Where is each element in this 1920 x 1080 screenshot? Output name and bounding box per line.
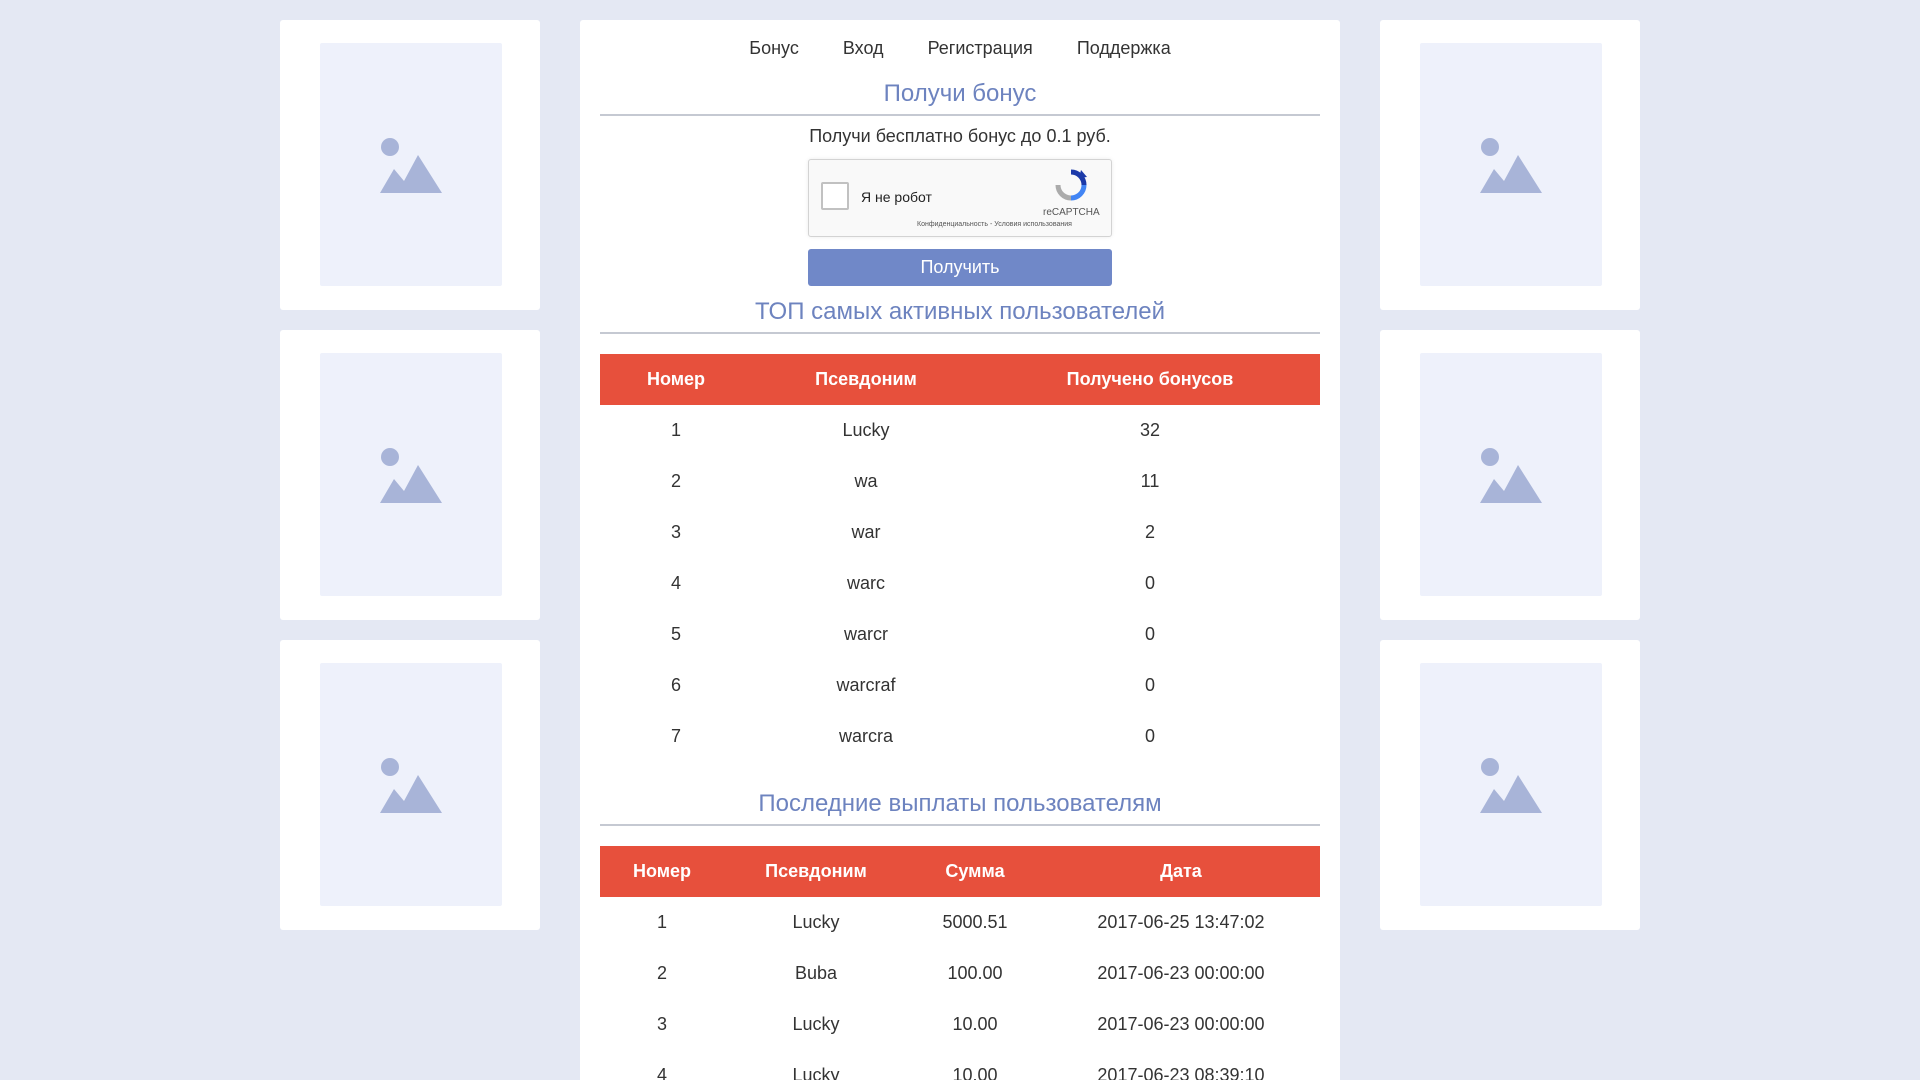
get-bonus-button[interactable]: Получить bbox=[808, 249, 1112, 286]
top-users-table: Номер Псевдоним Получено бонусов 1 Lucky… bbox=[600, 354, 1320, 762]
column-header: Получено бонусов bbox=[1066, 369, 1234, 389]
column-header: Номер bbox=[646, 369, 706, 389]
table-cell: 0 bbox=[1144, 675, 1155, 695]
top-users-title: ТОП самых активных пользователей bbox=[600, 298, 1320, 334]
ad-placeholder bbox=[320, 663, 502, 906]
ad-banner[interactable] bbox=[280, 640, 540, 930]
table-cell: 100.00 bbox=[947, 963, 1003, 983]
payouts-table: Номер Псевдоним Сумма Дата 1 Lucky 5000.… bbox=[600, 846, 1320, 1080]
table-cell: 10.00 bbox=[952, 1065, 998, 1080]
right-banner-column bbox=[1380, 20, 1640, 950]
column-header: Номер bbox=[632, 861, 692, 881]
ad-banner[interactable] bbox=[280, 330, 540, 620]
table-cell: war bbox=[851, 522, 881, 542]
table-cell: 3 bbox=[670, 522, 681, 542]
image-placeholder-icon bbox=[380, 757, 442, 813]
table-cell: 0 bbox=[1144, 726, 1155, 746]
nav-item-bonus[interactable]: Бонус bbox=[749, 38, 799, 72]
table-cell: warc bbox=[846, 573, 885, 593]
table-cell: wa bbox=[854, 471, 878, 491]
table-cell: 5 bbox=[670, 624, 681, 644]
ad-banner[interactable] bbox=[1380, 330, 1640, 620]
image-placeholder-icon bbox=[1480, 757, 1542, 813]
top-nav: Бонус Вход Регистрация Поддержка bbox=[580, 20, 1340, 72]
table-row: 1 Lucky 5000.51 2017-06-25 13:47:02 bbox=[600, 897, 1320, 948]
table-cell: 6 bbox=[670, 675, 681, 695]
nav-item-support[interactable]: Поддержка bbox=[1077, 38, 1171, 72]
table-cell: 7 bbox=[670, 726, 681, 746]
ad-placeholder bbox=[1420, 353, 1602, 596]
nav-item-login[interactable]: Вход bbox=[843, 38, 884, 72]
ad-placeholder bbox=[320, 43, 502, 286]
table-cell: Lucky bbox=[792, 1014, 840, 1034]
table-cell: 2017-06-23 00:00:00 bbox=[1097, 963, 1265, 983]
image-placeholder-icon bbox=[380, 447, 442, 503]
table-cell: warcra bbox=[838, 726, 893, 746]
table-cell: 4 bbox=[656, 1065, 667, 1080]
recaptcha-label: Я не робот bbox=[861, 189, 932, 205]
table-cell: Buba bbox=[794, 963, 838, 983]
image-placeholder-icon bbox=[1480, 137, 1542, 193]
payouts-title: Последние выплаты пользователям bbox=[600, 790, 1320, 826]
page: Бонус Вход Регистрация Поддержка Получи … bbox=[0, 0, 1920, 1080]
table-cell: Lucky bbox=[842, 420, 890, 440]
recaptcha-brand: reCAPTCHA bbox=[1043, 207, 1100, 218]
ad-placeholder bbox=[1420, 663, 1602, 906]
table-cell: 0 bbox=[1144, 624, 1155, 644]
table-cell: warcraf bbox=[836, 675, 896, 695]
table-cell: 2017-06-23 00:00:00 bbox=[1097, 1014, 1265, 1034]
recaptcha-links[interactable]: Конфиденциальность - Условия использован… bbox=[917, 221, 1072, 228]
table-cell: 0 bbox=[1144, 573, 1155, 593]
table-cell: 3 bbox=[656, 1014, 667, 1034]
table-row: 3 Lucky 10.00 2017-06-23 00:00:00 bbox=[600, 999, 1320, 1050]
table-row: 7 warcra 0 bbox=[600, 711, 1320, 762]
column-header: Сумма bbox=[945, 861, 1005, 881]
table-cell: 2 bbox=[670, 471, 681, 491]
table-header-row: Номер Псевдоним Сумма Дата bbox=[600, 846, 1320, 897]
ad-banner[interactable] bbox=[1380, 640, 1640, 930]
left-banner-column bbox=[280, 20, 540, 950]
ad-banner[interactable] bbox=[1380, 20, 1640, 310]
column-header: Дата bbox=[1160, 861, 1202, 881]
table-header-row: Номер Псевдоним Получено бонусов bbox=[600, 354, 1320, 405]
table-row: 3 war 2 bbox=[600, 507, 1320, 558]
table-row: 5 warcr 0 bbox=[600, 609, 1320, 660]
ad-placeholder bbox=[320, 353, 502, 596]
table-cell: warcr bbox=[844, 624, 888, 644]
table-row: 2 wa 11 bbox=[600, 456, 1320, 507]
table-cell: Lucky bbox=[792, 912, 840, 932]
ad-banner[interactable] bbox=[280, 20, 540, 310]
table-row: 6 warcraf 0 bbox=[600, 660, 1320, 711]
bonus-section-title: Получи бонус bbox=[600, 72, 1320, 116]
bonus-description: Получи бесплатно бонус до 0.1 руб. bbox=[809, 126, 1111, 146]
image-placeholder-icon bbox=[380, 137, 442, 193]
recaptcha-widget: Я не робот reCAPTCHA Конфиденциальность … bbox=[808, 159, 1112, 237]
table-cell: 32 bbox=[1139, 420, 1161, 440]
table-cell: 2 bbox=[1144, 522, 1155, 542]
ad-placeholder bbox=[1420, 43, 1602, 286]
table-row: 4 warc 0 bbox=[600, 558, 1320, 609]
table-row: 2 Buba 100.00 2017-06-23 00:00:00 bbox=[600, 948, 1320, 999]
table-cell: 2 bbox=[656, 963, 667, 983]
main-content: Бонус Вход Регистрация Поддержка Получи … bbox=[580, 20, 1340, 1080]
recaptcha-checkbox[interactable] bbox=[821, 182, 849, 210]
table-cell: 1 bbox=[656, 912, 667, 932]
column-header: Псевдоним bbox=[815, 369, 917, 389]
recaptcha-logo-icon bbox=[1055, 169, 1087, 201]
table-cell: Lucky bbox=[792, 1065, 840, 1080]
table-cell: 2017-06-25 13:47:02 bbox=[1097, 912, 1265, 932]
table-cell: 10.00 bbox=[952, 1014, 998, 1034]
table-cell: 11 bbox=[1140, 471, 1160, 491]
column-header: Псевдоним bbox=[765, 861, 867, 881]
image-placeholder-icon bbox=[1480, 447, 1542, 503]
table-row: 1 Lucky 32 bbox=[600, 405, 1320, 456]
table-cell: 2017-06-23 08:39:10 bbox=[1097, 1065, 1265, 1080]
nav-item-register[interactable]: Регистрация bbox=[928, 38, 1033, 72]
table-cell: 4 bbox=[670, 573, 681, 593]
table-row: 4 Lucky 10.00 2017-06-23 08:39:10 bbox=[600, 1050, 1320, 1080]
table-cell: 1 bbox=[670, 420, 681, 440]
table-cell: 5000.51 bbox=[942, 912, 1008, 932]
